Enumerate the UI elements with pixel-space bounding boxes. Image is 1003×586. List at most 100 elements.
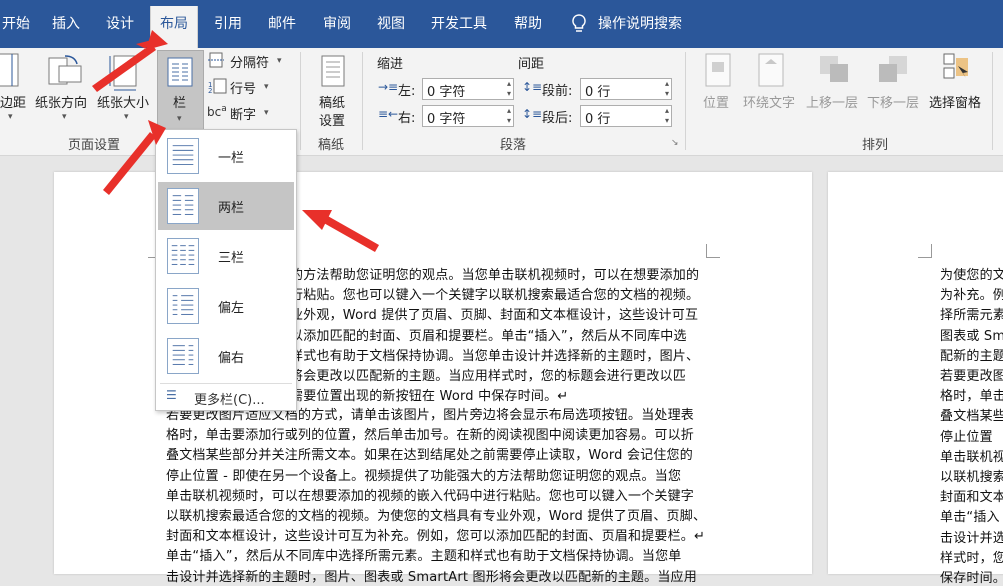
document-text-line: 配新的主题 (940, 348, 1003, 364)
menu-item-left[interactable]: 偏左 (158, 282, 294, 330)
document-text-line: 需要位置出现的新按钮在 Word 中保存时间。↵ (290, 389, 569, 405)
spinner-arrows-icon[interactable]: ▴ ▾ (665, 106, 669, 126)
size-icon (109, 55, 137, 91)
document-text-line: 业外观，Word 提供了页眉、页脚、封面和文本框设计，这些设计可互 (290, 308, 699, 324)
document-text-line: 以添加匹配的封面、页眉和提要栏。单击“插入”，然后从不同库中选 (290, 328, 687, 344)
bring-forward-button[interactable]: 上移一层 (806, 92, 858, 111)
size-button[interactable]: 纸张大小 (97, 92, 149, 111)
wrap-text-button[interactable]: 环绕文字 (743, 92, 795, 111)
group-label-page-setup: 页面设置 (68, 138, 121, 153)
document-text-line: 样式时，您 (940, 550, 1003, 566)
group-separator (992, 52, 993, 150)
document-text-line: 若要更改图 (940, 369, 1003, 384)
indent-right-input[interactable]: 0 字符 ▴ ▾ (422, 105, 514, 127)
tab-design[interactable]: 设计 (106, 12, 134, 36)
document-text-line: 停止位置 - 即使在另一个设备上。视频提供了功能强大的方法帮助您证明您的观点。当… (166, 468, 682, 484)
send-backward-icon (879, 56, 907, 82)
hyphenation-icon: bca (207, 104, 227, 119)
menu-divider (160, 383, 292, 384)
document-text-line: 保存时间。 (940, 571, 1003, 586)
document-text-line: 封面和文本框设计，这些设计可互为补充。例如，您可以添加匹配的封面、页眉和提要栏。… (166, 529, 706, 545)
group-separator (362, 52, 363, 150)
menu-item-one-column[interactable]: 一栏 (158, 132, 294, 180)
tab-view[interactable]: 视图 (377, 12, 405, 36)
spacing-heading: 间距 (518, 57, 545, 72)
document-text-line: 单击“插入 (940, 510, 1000, 526)
document-text-line: 格时，单击要添加行或列的位置，然后单击加号。在新的阅读视图中阅读更加容易。可以折 (166, 428, 695, 444)
right-column-icon (167, 338, 199, 374)
more-columns-item[interactable]: ☰ 更多栏(C)... (158, 386, 294, 408)
line-numbers-button[interactable]: 行号 (230, 78, 256, 97)
document-text-line: 以联机搜索 (940, 470, 1003, 485)
tab-layout[interactable]: 布局 (150, 6, 198, 48)
spinner-arrows-icon[interactable]: ▴ ▾ (507, 79, 511, 99)
menu-item-label: 一栏 (218, 151, 245, 166)
breaks-button[interactable]: 分隔符 (230, 52, 269, 71)
menu-item-two-columns[interactable]: 两栏 (158, 182, 294, 230)
group-label-paragraph: 段落 (500, 138, 527, 153)
wrap-text-icon (758, 53, 784, 87)
columns-icon (167, 57, 193, 87)
tell-me-search[interactable]: 操作说明搜索 (598, 12, 682, 36)
menu-item-label: 偏右 (218, 351, 245, 366)
two-columns-icon (167, 188, 199, 224)
spacing-after-input[interactable]: 0 行 ▴ ▾ (580, 105, 672, 127)
spinner-arrows-icon[interactable]: ▴ ▾ (665, 79, 669, 99)
dialog-launcher-icon[interactable]: ↘ (671, 138, 679, 148)
document-text-line: 停止位置 (940, 429, 993, 445)
document-text-line: 为使您的文 (940, 268, 1003, 283)
indent-left-value: 0 字符 (427, 85, 466, 100)
orientation-button[interactable]: 纸张方向 (35, 92, 87, 111)
menu-item-three-columns[interactable]: 三栏 (158, 232, 294, 280)
document-text-line: 的方法帮助您证明您的观点。当您单击联机视频时，可以在想要添加的 (290, 268, 700, 283)
selection-pane-button[interactable]: 选择窗格 (929, 92, 981, 111)
position-button[interactable]: 位置 (703, 92, 729, 111)
hyphenation-button[interactable]: 断字 (230, 104, 256, 123)
menu-item-right[interactable]: 偏右 (158, 332, 294, 380)
indent-left-label: 左: (398, 84, 416, 99)
menu-item-label: 偏左 (218, 301, 245, 316)
tab-help[interactable]: 帮助 (514, 12, 542, 36)
line-numbers-caret: ▾ (264, 82, 269, 92)
tab-developer[interactable]: 开发工具 (431, 12, 487, 36)
margin-corner-mark (706, 244, 720, 258)
margins-button[interactable]: 边距 (0, 92, 26, 111)
one-column-icon (167, 138, 199, 174)
tab-review[interactable]: 审阅 (323, 12, 351, 36)
group-separator (300, 52, 301, 150)
tab-home[interactable]: 开始 (2, 12, 30, 36)
document-text-line: 击设计并选择新的主题时，图片、图表或 SmartArt 图形将会更改以匹配新的主… (166, 569, 697, 585)
more-columns-icon: ☰ (166, 388, 177, 402)
tab-insert[interactable]: 插入 (52, 12, 80, 36)
document-text-line: 封面和文本 (940, 490, 1003, 506)
spinner-arrows-icon[interactable]: ▴ ▾ (507, 106, 511, 126)
margin-corner-mark (918, 244, 932, 258)
menu-item-label: 两栏 (218, 201, 245, 216)
group-separator (685, 52, 686, 150)
lightbulb-icon (572, 14, 586, 32)
document-text-line: 图表或 Sm (940, 328, 1003, 344)
indent-left-input[interactable]: 0 字符 ▴ ▾ (422, 78, 514, 100)
selection-pane-icon (943, 53, 968, 79)
size-dropdown-caret[interactable]: ▾ (124, 112, 129, 122)
spacing-before-label: 段前: (542, 84, 573, 99)
document-text-line: 格时，单击 (940, 389, 1003, 405)
margins-dropdown-caret[interactable]: ▾ (8, 112, 13, 122)
spacing-before-icon: ↕≡ (522, 80, 543, 94)
tab-mailings[interactable]: 邮件 (268, 12, 296, 36)
breaks-icon (208, 52, 224, 68)
document-text-line: 行粘贴。您也可以键入一个关键字以联机搜索最适合您的文档的视频。 (290, 288, 700, 304)
draft-settings-line2: 设置 (319, 114, 346, 129)
document-text-line: 叠文档某些部分并关注所需文本。如果在达到结尾处之前需要停止读取，Word 会记住… (166, 448, 693, 464)
hyphenation-caret: ▾ (264, 108, 269, 118)
group-label-arrange: 排列 (862, 138, 889, 153)
tab-references[interactable]: 引用 (214, 12, 242, 36)
columns-dropdown-caret[interactable]: ▾ (177, 114, 182, 124)
orientation-dropdown-caret[interactable]: ▾ (62, 112, 67, 122)
send-backward-button[interactable]: 下移一层 (867, 92, 919, 111)
draft-settings-button[interactable]: 稿纸 (319, 92, 345, 111)
more-columns-label: 更多栏(C)... (194, 393, 265, 408)
spacing-before-input[interactable]: 0 行 ▴ ▾ (580, 78, 672, 100)
spacing-after-icon: ↕≡ (522, 107, 543, 121)
menu-item-label: 三栏 (218, 251, 245, 266)
